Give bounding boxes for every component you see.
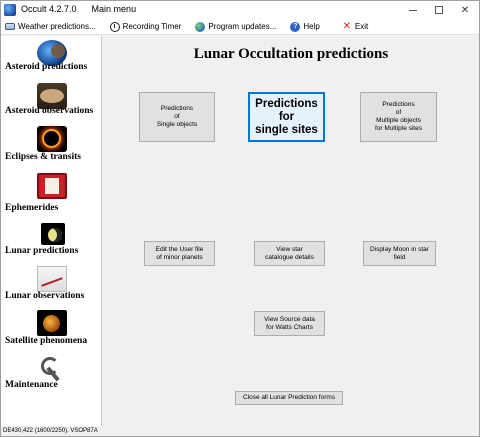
maintenance-icon — [37, 354, 67, 380]
button-label: View star catalogue details — [265, 245, 314, 261]
predictions-single-objects-button[interactable]: Predictions of Single objects — [139, 92, 215, 142]
sidebar-item-label: Maintenance — [5, 380, 58, 390]
sidebar: Asteroid predictions Asteroid observatio… — [1, 36, 102, 426]
menu-bar: Weather predictions... Recording Timer P… — [1, 19, 479, 35]
sidebar-item-asteroid-predictions[interactable]: Asteroid predictions — [1, 38, 102, 88]
button-label: Close all Lunar Prediction forms — [242, 394, 336, 401]
ephemerides-icon — [37, 173, 67, 199]
minimize-button[interactable] — [399, 1, 427, 19]
weather-icon — [5, 23, 15, 30]
window-subtitle: Main menu — [91, 4, 137, 14]
close-all-forms-button[interactable]: Close all Lunar Prediction forms — [235, 391, 343, 405]
button-label: Predictions for single sites — [255, 97, 318, 136]
page-title: Lunar Occultation predictions — [193, 46, 389, 62]
sidebar-item-lunar-observations[interactable]: Lunar observations — [1, 266, 102, 316]
view-source-data-button[interactable]: View Source data for Watts Charts — [254, 311, 325, 336]
menu-label: Help — [303, 22, 320, 31]
occult-app-icon — [4, 4, 16, 16]
button-label: Predictions of Single objects — [156, 105, 198, 128]
menu-label: Exit — [354, 22, 369, 31]
view-star-catalogue-button[interactable]: View star catalogue details — [254, 241, 325, 266]
sidebar-item-label: Asteroid predictions — [5, 62, 88, 72]
menu-label: Weather predictions... — [18, 22, 96, 31]
button-label: Edit the User file of minor planets — [155, 245, 204, 261]
sidebar-item-satellite-phenomena[interactable]: Satellite phenomena — [1, 310, 102, 360]
lunar-observations-icon — [37, 266, 67, 292]
status-text: DE430,422 (1600/2250), VSOP87A — [3, 428, 98, 434]
menu-weather-predictions[interactable]: Weather predictions... — [1, 19, 100, 35]
title-bar: Occult 4.2.7.0 Main menu ✕ — [1, 1, 479, 19]
sidebar-item-label: Lunar observations — [5, 291, 85, 301]
menu-help[interactable]: ? Help — [286, 19, 323, 35]
close-window-button[interactable]: ✕ — [451, 1, 479, 19]
satellite-icon — [37, 310, 67, 336]
sidebar-item-label: Eclipses & transits — [5, 152, 81, 162]
menu-label: Program updates... — [208, 22, 277, 31]
sidebar-item-maintenance[interactable]: Maintenance — [1, 354, 102, 404]
eclipses-icon — [37, 126, 67, 152]
sidebar-item-label: Satellite phenomena — [5, 336, 88, 346]
menu-program-updates[interactable]: Program updates... — [191, 19, 280, 35]
app-window: Occult 4.2.7.0 Main menu ✕ Weather predi… — [0, 0, 480, 437]
menu-recording-timer[interactable]: Recording Timer — [106, 19, 186, 35]
button-label: View Source data for Watts Charts — [264, 315, 315, 331]
predictions-single-sites-button[interactable]: Predictions for single sites — [248, 92, 325, 142]
exit-icon: ✕ — [342, 20, 352, 32]
menu-label: Recording Timer — [122, 22, 182, 31]
close-icon: ✕ — [460, 4, 470, 16]
window-title: Occult 4.2.7.0 Main menu — [21, 4, 136, 14]
app-version-title: Occult 4.2.7.0 — [21, 4, 77, 14]
sidebar-item-eclipses-transits[interactable]: Eclipses & transits — [1, 126, 102, 178]
sidebar-item-label: Lunar predictions — [5, 246, 79, 256]
minimize-icon — [409, 9, 417, 11]
sidebar-item-label: Asteroid observations — [5, 106, 94, 116]
globe-icon — [195, 21, 206, 32]
edit-user-file-button[interactable]: Edit the User file of minor planets — [144, 241, 215, 266]
sidebar-item-ephemerides[interactable]: Ephemerides — [1, 173, 102, 223]
display-moon-button[interactable]: Display Moon in star field — [363, 241, 436, 266]
button-label: Display Moon in star field — [370, 245, 429, 261]
predictions-multiple-objects-button[interactable]: Predictions of Multiple objects for Mult… — [360, 92, 437, 142]
help-icon: ? — [290, 21, 301, 32]
maximize-icon — [435, 6, 443, 14]
maximize-button[interactable] — [425, 1, 453, 19]
lunar-predictions-icon — [41, 223, 65, 245]
menu-exit[interactable]: ✕ Exit — [338, 19, 372, 35]
sidebar-item-label: Ephemerides — [5, 203, 59, 213]
clock-icon — [109, 21, 120, 32]
button-label: Predictions of Multiple objects for Mult… — [375, 101, 422, 132]
